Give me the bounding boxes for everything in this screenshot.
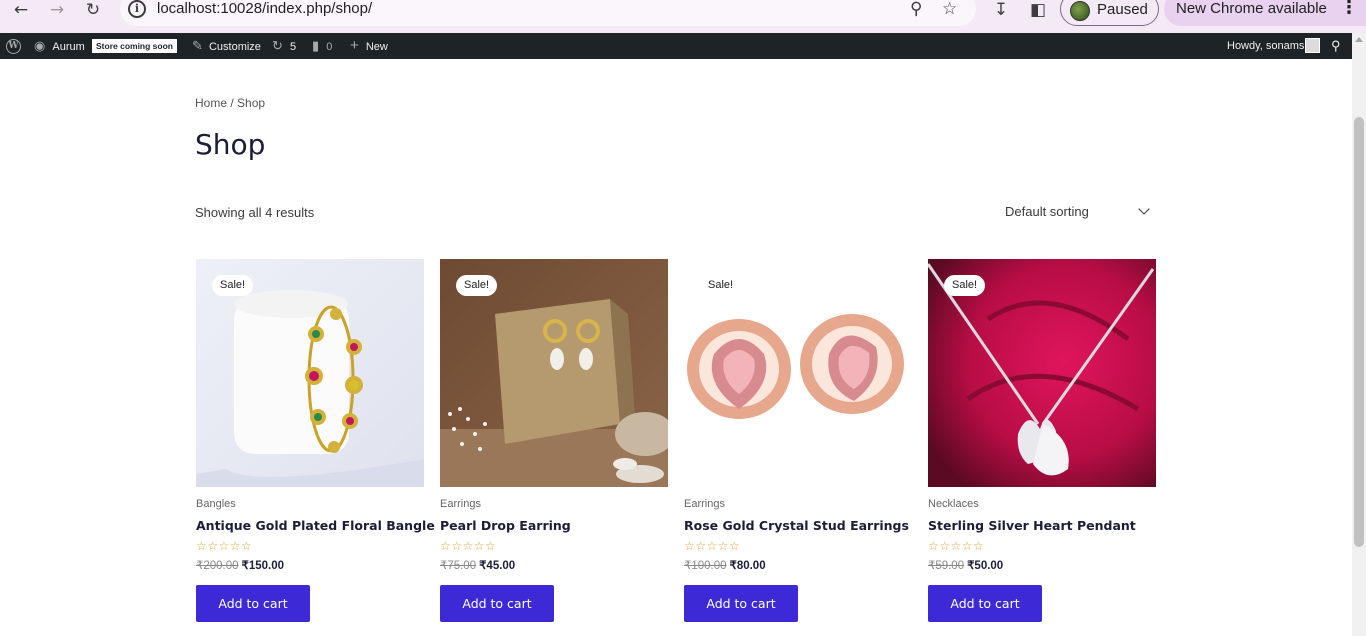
address-bar[interactable]: i localhost:10028/index.php/shop/ ⚲ ☆ — [120, 0, 976, 26]
breadcrumb[interactable]: Home / Shop — [195, 96, 265, 110]
bookmark-star-icon[interactable]: ☆ — [942, 0, 957, 18]
product-card: Sale! Bangles Antique Gold Plated Floral… — [196, 259, 435, 629]
regular-price: ₹59.00 — [928, 560, 965, 572]
updates-icon: ↻ — [272, 38, 283, 53]
profile-chip[interactable]: Paused — [1060, 0, 1159, 26]
site-name-menu[interactable]: ◉ Aurum — [34, 33, 85, 59]
site-info-icon[interactable]: i — [128, 0, 146, 18]
comments-count: 0 — [326, 41, 333, 53]
url-text[interactable]: localhost:10028/index.php/shop/ — [157, 0, 372, 17]
add-to-cart-button[interactable]: Add to cart — [684, 585, 798, 622]
browser-toolbar: ← → ↻ i localhost:10028/index.php/shop/ … — [0, 0, 1366, 33]
regular-price: ₹200.00 — [196, 560, 239, 572]
product-card: Sale! Necklaces Sterling Silver Heart Pe… — [928, 259, 1156, 629]
star-rating-icon: ☆☆☆☆☆ — [684, 539, 741, 553]
avatar[interactable] — [1305, 38, 1320, 53]
add-to-cart-button[interactable]: Add to cart — [440, 585, 554, 622]
star-rating-icon: ☆☆☆☆☆ — [196, 539, 253, 553]
product-category: Earrings — [440, 498, 481, 510]
product-name[interactable]: Rose Gold Crystal Stud Earrings — [684, 518, 909, 533]
howdy-label: Howdy, sonams — [1227, 40, 1305, 52]
store-status-badge[interactable]: Store coming soon — [92, 39, 177, 53]
sorting-select[interactable]: Default sorting — [1000, 201, 1160, 223]
updates-count: 5 — [289, 41, 297, 53]
sale-price: ₹45.00 — [479, 560, 516, 572]
product-price: ₹100.00 ₹80.00 — [684, 558, 766, 572]
comments-link[interactable]: ▮ 0 — [312, 33, 332, 59]
sale-badge: Sale! — [944, 275, 986, 296]
scrollbar-thumb[interactable] — [1354, 117, 1364, 547]
site-name: Aurum — [52, 41, 85, 53]
chevron-down-icon — [1138, 203, 1150, 215]
product-price: ₹59.00 ₹50.00 — [928, 558, 1003, 572]
customize-label: Customize — [208, 41, 261, 53]
page-scrollbar[interactable] — [1352, 33, 1366, 636]
profile-status: Paused — [1097, 1, 1148, 18]
zoom-icon[interactable]: ⚲ — [910, 0, 922, 18]
regular-price: ₹75.00 — [440, 560, 477, 572]
brush-icon: ✎ — [192, 38, 203, 53]
scroll-up-icon[interactable] — [1355, 37, 1363, 42]
add-to-cart-button[interactable]: Add to cart — [928, 585, 1042, 622]
update-label: New Chrome available — [1176, 0, 1327, 17]
add-to-cart-button[interactable]: Add to cart — [196, 585, 310, 622]
product-category: Necklaces — [928, 498, 979, 510]
regular-price: ₹100.00 — [684, 560, 727, 572]
profile-avatar — [1070, 1, 1090, 21]
plus-icon: + — [350, 37, 359, 54]
sale-badge: Sale! — [700, 275, 742, 296]
star-rating-icon: ☆☆☆☆☆ — [928, 539, 985, 553]
wordpress-logo-icon[interactable]: W — [6, 39, 21, 54]
side-panel-icon[interactable]: ◧ — [1026, 0, 1050, 20]
chrome-update-button[interactable]: New Chrome available ⋮ — [1164, 0, 1366, 26]
product-card: Sale! Earrings Rose Gold Crystal Stud Ea… — [684, 259, 912, 629]
product-category: Earrings — [684, 498, 725, 510]
back-icon[interactable]: ← — [9, 0, 33, 20]
dashboard-icon: ◉ — [34, 38, 46, 53]
product-category: Bangles — [196, 498, 236, 510]
reload-icon[interactable]: ↻ — [81, 0, 105, 20]
product-price: ₹75.00 ₹45.00 — [440, 558, 515, 572]
result-count: Showing all 4 results — [195, 205, 315, 220]
customize-link[interactable]: ✎ Customize — [192, 33, 261, 59]
new-content-menu[interactable]: + New — [350, 33, 388, 59]
forward-icon[interactable]: → — [45, 0, 69, 20]
product-price: ₹200.00 ₹150.00 — [196, 558, 284, 572]
sale-price: ₹50.00 — [967, 560, 1004, 572]
product-card: Sale! Earrings Pearl Drop Earring ☆☆☆☆☆ … — [440, 259, 668, 629]
product-name[interactable]: Pearl Drop Earring — [440, 518, 571, 533]
download-icon[interactable]: ↧ — [989, 0, 1013, 20]
search-icon[interactable]: ⚲ — [1331, 33, 1341, 59]
sale-badge: Sale! — [456, 275, 498, 296]
comment-icon: ▮ — [312, 38, 320, 53]
account-menu[interactable]: Howdy, sonams — [1227, 33, 1304, 59]
updates-link[interactable]: ↻ 5 — [272, 33, 296, 59]
menu-dots-icon[interactable]: ⋮ — [1340, 0, 1358, 18]
star-rating-icon: ☆☆☆☆☆ — [440, 539, 497, 553]
sale-price: ₹80.00 — [729, 560, 766, 572]
sorting-value: Default sorting — [1005, 204, 1089, 219]
sale-price: ₹150.00 — [241, 560, 285, 572]
product-name[interactable]: Antique Gold Plated Floral Bangle — [196, 518, 435, 533]
sale-badge: Sale! — [212, 275, 254, 296]
product-name[interactable]: Sterling Silver Heart Pendant — [928, 518, 1136, 533]
wp-admin-bar: W ◉ Aurum Store coming soon ✎ Customize … — [0, 33, 1352, 59]
page-title: Shop — [195, 128, 266, 161]
new-label: New — [365, 41, 388, 53]
